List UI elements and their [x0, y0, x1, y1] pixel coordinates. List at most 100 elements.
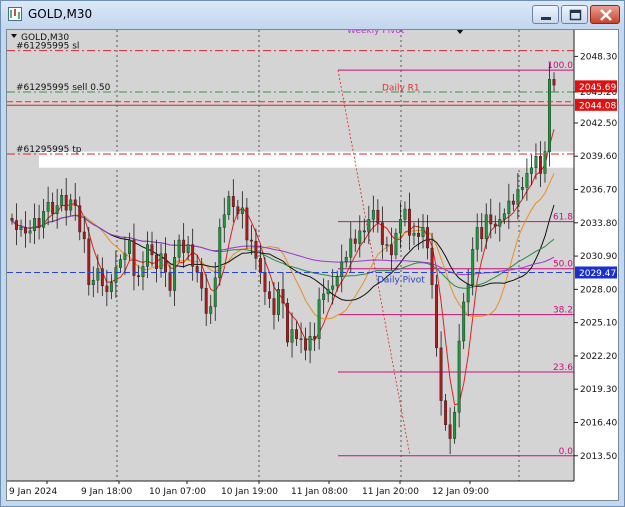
candle-body — [137, 275, 140, 277]
candle-body — [69, 199, 73, 211]
price-badge-label: 2029.47 — [579, 269, 616, 279]
price-tick-label: 2039.60 — [580, 152, 617, 162]
candle-body — [471, 248, 475, 285]
candle-body — [457, 340, 461, 413]
candle-body — [182, 239, 186, 253]
close-icon — [600, 9, 612, 21]
candle-body — [489, 214, 493, 225]
candle-body — [258, 258, 262, 273]
candle-body — [516, 189, 520, 205]
candle-body — [173, 257, 177, 291]
candle-body — [548, 79, 551, 152]
candle-body — [295, 329, 298, 339]
candle-body — [552, 79, 556, 86]
candle-body — [268, 291, 271, 299]
candle-body — [304, 338, 308, 351]
candle-body — [480, 227, 484, 240]
candle-body — [367, 219, 371, 233]
candle-body — [159, 253, 163, 269]
candle-body — [164, 253, 168, 273]
candle-body — [475, 227, 479, 250]
candle-body — [308, 336, 312, 351]
plot-background — [7, 30, 574, 481]
time-tick-label: 10 Jan 07:00 — [149, 487, 206, 497]
minimize-button[interactable] — [532, 5, 559, 24]
candle-body — [118, 259, 122, 268]
price-chart[interactable]: 100.0 61.8 50.0 38.2 23.6 0.0 #61295995 sl #61… — [7, 30, 618, 500]
candle-body — [462, 301, 466, 342]
chart-symbol-label: GOLD,M30 — [21, 33, 69, 43]
candle-body — [155, 254, 158, 269]
price-badge-label: 2045.69 — [579, 83, 616, 93]
candle-body — [195, 266, 199, 273]
candle-body — [209, 306, 213, 314]
candle-body — [15, 220, 18, 230]
candle-body — [453, 411, 457, 439]
candle-body — [349, 238, 353, 258]
price-tick-label: 2013.50 — [580, 452, 617, 462]
candle-body — [109, 282, 113, 292]
order-label: #61295995 sl — [16, 42, 79, 52]
candle-body — [426, 227, 429, 249]
candle-body — [105, 285, 109, 292]
candle-body — [299, 338, 303, 340]
candle-body — [186, 244, 190, 253]
maximize-button[interactable] — [561, 5, 588, 24]
candle-body — [326, 289, 330, 295]
candle-body — [353, 238, 357, 244]
candle-body — [439, 347, 443, 401]
candle-body — [398, 219, 402, 234]
candle-body — [313, 336, 317, 339]
candle-body — [114, 267, 118, 283]
time-tick-label: 9 Jan 2024 — [9, 487, 57, 497]
price-tick-label: 2025.10 — [580, 319, 617, 329]
candle-body — [24, 227, 27, 234]
candle-body — [96, 268, 100, 281]
candle-body — [507, 200, 511, 214]
candle-body — [394, 232, 398, 256]
candle-body — [344, 257, 348, 263]
fibonacci-level-label: 50.0 — [553, 260, 573, 270]
candle-body — [529, 167, 533, 174]
candle-body — [236, 206, 240, 214]
close-button[interactable] — [590, 5, 620, 24]
title-bar[interactable]: GOLD,M30 — [1, 1, 624, 29]
candle-body — [222, 214, 226, 228]
candle-body — [132, 239, 136, 276]
candle-body — [539, 156, 542, 174]
candle-body — [331, 285, 335, 290]
candle-body — [543, 151, 547, 174]
price-tick-label: 2048.30 — [580, 52, 617, 62]
price-tick-label: 2042.50 — [580, 119, 617, 129]
price-tick-label: 2030.90 — [580, 252, 617, 262]
candle-body — [91, 279, 95, 285]
candle-body — [10, 218, 14, 221]
candle-body — [272, 298, 276, 315]
candle-body — [335, 276, 339, 287]
chart-app-icon — [8, 7, 22, 21]
candle-body — [78, 205, 82, 233]
candle-body — [511, 200, 515, 205]
candle-body — [520, 187, 524, 190]
time-tick-label: 9 Jan 18:00 — [81, 487, 133, 497]
candle-body — [362, 230, 366, 233]
candle-body — [484, 214, 488, 240]
candle-body — [19, 227, 23, 230]
candle-body — [385, 244, 389, 246]
candle-body — [28, 230, 32, 234]
candle-body — [231, 196, 235, 207]
order-label: #61295995 tp — [16, 145, 82, 155]
candle-body — [466, 284, 470, 303]
candle-body — [408, 208, 411, 236]
candle-body — [213, 277, 217, 307]
time-tick-label: 11 Jan 20:00 — [362, 487, 419, 497]
candle-body — [55, 205, 59, 214]
candle-body — [46, 201, 50, 212]
candle-body — [317, 299, 321, 339]
chart-area[interactable]: 100.0 61.8 50.0 38.2 23.6 0.0 #61295995 sl #61… — [6, 29, 619, 501]
candle-body — [51, 201, 55, 214]
candle-body — [33, 218, 37, 232]
fibonacci-level-label: 23.6 — [553, 363, 573, 373]
candle-body — [127, 239, 131, 254]
candle-body — [73, 199, 77, 206]
